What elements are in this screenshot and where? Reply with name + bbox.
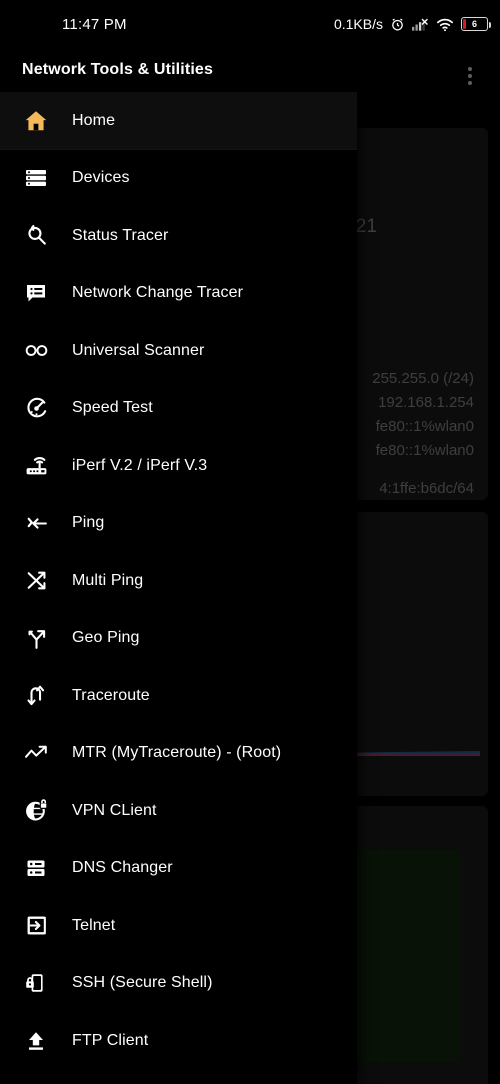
signal-no-sim-icon — [412, 18, 428, 31]
alarm-clock-icon — [392, 17, 403, 30]
drawer-item-dns-changer[interactable]: DNS Changer — [0, 840, 357, 898]
drawer-item-label: Traceroute — [72, 686, 150, 704]
drawer-title: Network Tools & Utilities — [22, 61, 214, 78]
navigation-drawer: Network Tools & Utilities Home Devices Sta… — [0, 0, 357, 1084]
overflow-dot — [468, 74, 472, 78]
battery-low-icon: 6 — [461, 17, 491, 31]
drawer-item-label: Status Tracer — [72, 226, 169, 244]
dns1-row: fe80::1%wlan0 — [375, 418, 474, 435]
overflow-dot — [468, 81, 472, 85]
battery-level-text: 6 — [471, 18, 477, 29]
drawer-item-devices[interactable]: Devices — [0, 150, 357, 208]
drawer-item-label: Network Change Tracer — [72, 284, 244, 302]
drawer-item-label: FTP Client — [72, 1031, 149, 1049]
drawer-item-label: Telnet — [72, 916, 116, 934]
home-icon — [0, 108, 72, 134]
shuffle-icon — [0, 568, 72, 593]
drawer-item-label: Devices — [72, 169, 130, 187]
drawer-item-label: MTR (MyTraceroute) - (Root) — [72, 744, 282, 762]
drawer-item-label: Universal Scanner — [72, 341, 205, 359]
router-icon — [0, 453, 72, 478]
swap-arrows-icon — [0, 683, 72, 708]
subnet-row: 255.255.0 (/24) — [372, 370, 474, 387]
drawer-item-ping[interactable]: Ping — [0, 495, 357, 553]
drawer-item-label: VPN CLient — [72, 801, 157, 819]
drawer-item-label: Speed Test — [72, 399, 153, 417]
login-arrow-icon — [0, 913, 72, 938]
drawer-item-label: SSH (Secure Shell) — [72, 974, 213, 992]
drawer-item-speed-test[interactable]: Speed Test — [0, 380, 357, 438]
drawer-item-telnet[interactable]: Telnet — [0, 897, 357, 955]
drawer-item-label: iPerf V.2 / iPerf V.3 — [72, 456, 208, 474]
drawer-item-list: Home Devices Status Tracer Network Change T… — [0, 92, 357, 1084]
phone-lock-icon — [0, 971, 72, 995]
globe-lock-icon — [0, 798, 72, 823]
upload-arrow-icon — [0, 1029, 72, 1053]
drawer-item-multi-ping[interactable]: Multi Ping — [0, 552, 357, 610]
drawer-item-label: Geo Ping — [72, 629, 140, 647]
search-refresh-icon — [0, 223, 72, 248]
drawer-item-status-tracer[interactable]: Status Tracer — [0, 207, 357, 265]
speedometer-icon — [0, 396, 72, 421]
drawer-item-ftp-client[interactable]: FTP Client — [0, 1012, 357, 1070]
drawer-item-iperf-v-2-iperf-v-3[interactable]: iPerf V.2 / iPerf V.3 — [0, 437, 357, 495]
arrow-target-icon — [0, 511, 72, 536]
status-icons: 0.1KB/s 6 — [333, 16, 491, 32]
drawer-header: Network Tools & Utilities — [0, 48, 357, 92]
network-speed-indicator: 0.1KB/s — [333, 16, 383, 32]
drawer-item-universal-scanner[interactable]: Universal Scanner — [0, 322, 357, 380]
trending-line-icon — [0, 740, 72, 766]
overflow-dot — [468, 67, 472, 71]
drawer-item-traceroute[interactable]: Traceroute — [0, 667, 357, 725]
gateway-row: 192.168.1.254 — [378, 394, 474, 411]
drawer-item-vpn-client[interactable]: VPN CLient — [0, 782, 357, 840]
wifi-icon — [437, 18, 453, 31]
drawer-item-geo-ping[interactable]: Geo Ping — [0, 610, 357, 668]
phone-screen: N 79.106.211.121 255.255.0 (/24) 192.168… — [0, 0, 500, 1084]
drawer-item-home[interactable]: Home — [0, 92, 357, 150]
fork-branch-icon — [0, 626, 72, 651]
drawer-item-ssh-secure-shell[interactable]: SSH (Secure Shell) — [0, 955, 357, 1013]
drawer-item-label: Ping — [72, 514, 105, 532]
drawer-item-label: Home — [72, 111, 116, 129]
ipv6-row: 4:1ffe:b6dc/64 — [379, 480, 474, 497]
status-clock: 11:47 PM — [62, 15, 127, 33]
drawer-item-label: Multi Ping — [72, 571, 144, 589]
dns2-row: fe80::1%wlan0 — [375, 442, 474, 459]
server-icon — [0, 856, 72, 880]
comment-list-icon — [0, 281, 72, 305]
drawer-item-mtr-mytraceroute-root[interactable]: MTR (MyTraceroute) - (Root) — [0, 725, 357, 783]
overflow-menu-icon[interactable] — [458, 64, 482, 88]
devices-list-icon — [0, 166, 72, 190]
infinity-icon — [0, 337, 72, 364]
status-bar: 11:47 PM 0.1KB/s 6 — [0, 0, 500, 48]
drawer-item-label: DNS Changer — [72, 859, 173, 877]
drawer-item-network-change-tracer[interactable]: Network Change Tracer — [0, 265, 357, 323]
